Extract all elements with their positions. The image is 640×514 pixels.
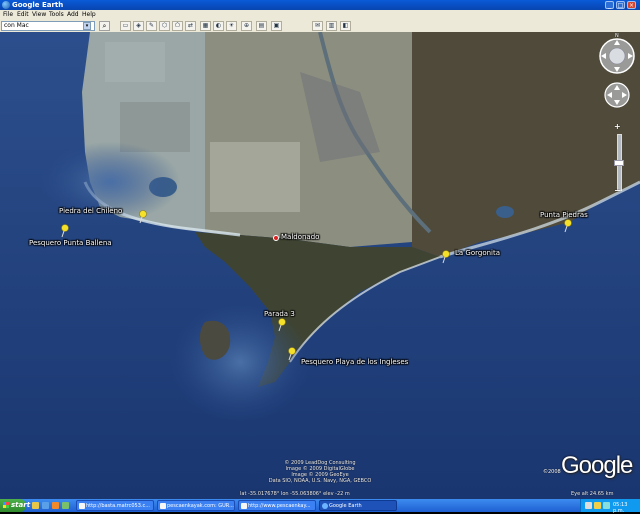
tray-network-icon[interactable] <box>585 502 592 509</box>
pushpin-icon[interactable] <box>277 318 287 332</box>
minimize-button[interactable]: _ <box>605 1 614 9</box>
pushpin-icon[interactable] <box>441 250 451 264</box>
polygon-icon[interactable]: ✎ <box>146 21 157 31</box>
pin-label-la-gorgonita[interactable]: La Gorgonita <box>455 249 500 257</box>
look-joystick-icon[interactable] <box>598 37 636 75</box>
pointer-coordinates: lat -35.017678° lon -55.063806° elev -22… <box>240 491 350 497</box>
pin-label-parada-3[interactable]: Parada 3 <box>264 310 295 318</box>
browser-icon <box>160 503 166 509</box>
google-earth-icon <box>2 1 10 9</box>
quicklaunch-folder-icon[interactable] <box>32 502 39 509</box>
copyright-year: ©2008 <box>543 469 561 475</box>
sun-icon[interactable]: ☀ <box>226 21 237 31</box>
task-label: http://www.pescaenkay... <box>248 503 311 509</box>
zoom-slider-handle[interactable] <box>614 160 624 166</box>
tray-volume-icon[interactable] <box>594 502 601 509</box>
search-dropdown-button[interactable]: ▾ <box>83 22 91 30</box>
pin-label-punta-piedras[interactable]: Punta Piedras <box>540 211 588 219</box>
record-tour-icon[interactable]: ⇄ <box>185 21 196 31</box>
pin-label-pesquero-punta-ballena[interactable]: Pesquero Punta Ballena <box>29 239 112 247</box>
search-button[interactable]: ⌕ <box>99 21 110 31</box>
menu-view[interactable]: View <box>32 11 46 18</box>
task-label: pescaenkayak.com: GUR... <box>167 503 234 509</box>
task-button-google-earth[interactable]: Google Earth <box>319 500 397 511</box>
start-label: start <box>11 501 31 509</box>
eye-altitude: Eye alt 24.65 km <box>571 491 614 497</box>
task-button-browser-1[interactable]: http://basta.matrc053.c... <box>76 500 154 511</box>
google-logo: Google <box>561 452 633 479</box>
task-label: http://basta.matrc053.c... <box>86 503 151 509</box>
menu-bar: File Edit View Tools Add Help <box>0 10 640 19</box>
toolbar: ▾ ⌕ ▭ ◈ ✎ ⬡ ⬠ ⇄ ▦ ◐ ☀ ⊕ ▤ ▣ ✉ ▥ ◧ <box>0 19 640 33</box>
zoom-out-button[interactable]: − <box>614 186 621 195</box>
compass-north-label[interactable]: N <box>615 33 619 39</box>
quicklaunch-ie-icon[interactable] <box>42 502 49 509</box>
title-bar: Google Earth _ □ × <box>0 0 640 10</box>
google-earth-icon <box>322 503 328 509</box>
menu-file[interactable]: File <box>3 11 13 18</box>
sidebar-toggle-icon[interactable]: ▭ <box>120 21 131 31</box>
tray-app-icon[interactable] <box>603 502 610 509</box>
menu-edit[interactable]: Edit <box>17 11 29 18</box>
sunlight-icon[interactable]: ◐ <box>213 21 224 31</box>
task-button-browser-3[interactable]: http://www.pescaenkay... <box>238 500 316 511</box>
placemark-icon[interactable]: ◈ <box>133 21 144 31</box>
windows-taskbar: start http://basta.matrc053.c... pescaen… <box>0 499 640 514</box>
image-overlay-icon[interactable]: ⬠ <box>172 21 183 31</box>
city-marker-icon <box>273 235 279 241</box>
menu-add[interactable]: Add <box>67 11 79 18</box>
clock: 05:13 p.m. <box>613 502 628 514</box>
move-joystick-icon[interactable] <box>604 82 630 108</box>
email-icon[interactable]: ▣ <box>271 21 282 31</box>
windows-logo-icon <box>3 502 9 508</box>
switch-sky-icon[interactable]: ⊕ <box>241 21 252 31</box>
start-button[interactable]: start <box>0 499 30 512</box>
task-button-browser-2[interactable]: pescaenkayak.com: GUR... <box>157 500 235 511</box>
historical-imagery-icon[interactable]: ▦ <box>200 21 211 31</box>
quicklaunch-app-icon[interactable] <box>62 502 69 509</box>
attribution-line: Data SIO, NOAA, U.S. Navy, NGA, GEBCO <box>268 478 372 484</box>
pin-label-piedra-del-chileno[interactable]: Piedra del Chileno <box>59 207 122 215</box>
menu-tools[interactable]: Tools <box>49 11 64 18</box>
satellite-imagery <box>0 32 640 499</box>
path-icon[interactable]: ⬡ <box>159 21 170 31</box>
zoom-in-button[interactable]: + <box>614 122 621 131</box>
imagery-attribution: © 2009 LeadDog Consulting Image © 2009 D… <box>220 460 420 484</box>
view-mode-icon[interactable]: ◧ <box>340 21 351 31</box>
ruler-icon[interactable]: ▤ <box>256 21 267 31</box>
menu-help[interactable]: Help <box>82 11 96 18</box>
pushpin-icon[interactable] <box>138 210 148 224</box>
window-title: Google Earth <box>12 1 64 9</box>
map-view[interactable]: Maldonado Piedra del Chileno Pesquero Pu… <box>0 32 640 499</box>
pushpin-icon[interactable] <box>60 224 70 238</box>
pushpin-icon[interactable] <box>563 219 573 233</box>
browser-icon <box>241 503 247 509</box>
print-icon[interactable]: ✉ <box>312 21 323 31</box>
task-label: Google Earth <box>329 503 362 509</box>
pin-label-pesquero-playa-de-los-ingleses[interactable]: Pesquero Playa de los Ingleses <box>301 358 408 366</box>
search-input[interactable] <box>1 21 95 31</box>
city-label-maldonado[interactable]: Maldonado <box>281 233 319 241</box>
pushpin-icon[interactable] <box>287 347 297 361</box>
close-button[interactable]: × <box>627 1 636 9</box>
maximize-button[interactable]: □ <box>616 1 625 9</box>
view-in-maps-icon[interactable]: ▥ <box>326 21 337 31</box>
browser-icon <box>79 503 85 509</box>
quicklaunch-firefox-icon[interactable] <box>52 502 59 509</box>
